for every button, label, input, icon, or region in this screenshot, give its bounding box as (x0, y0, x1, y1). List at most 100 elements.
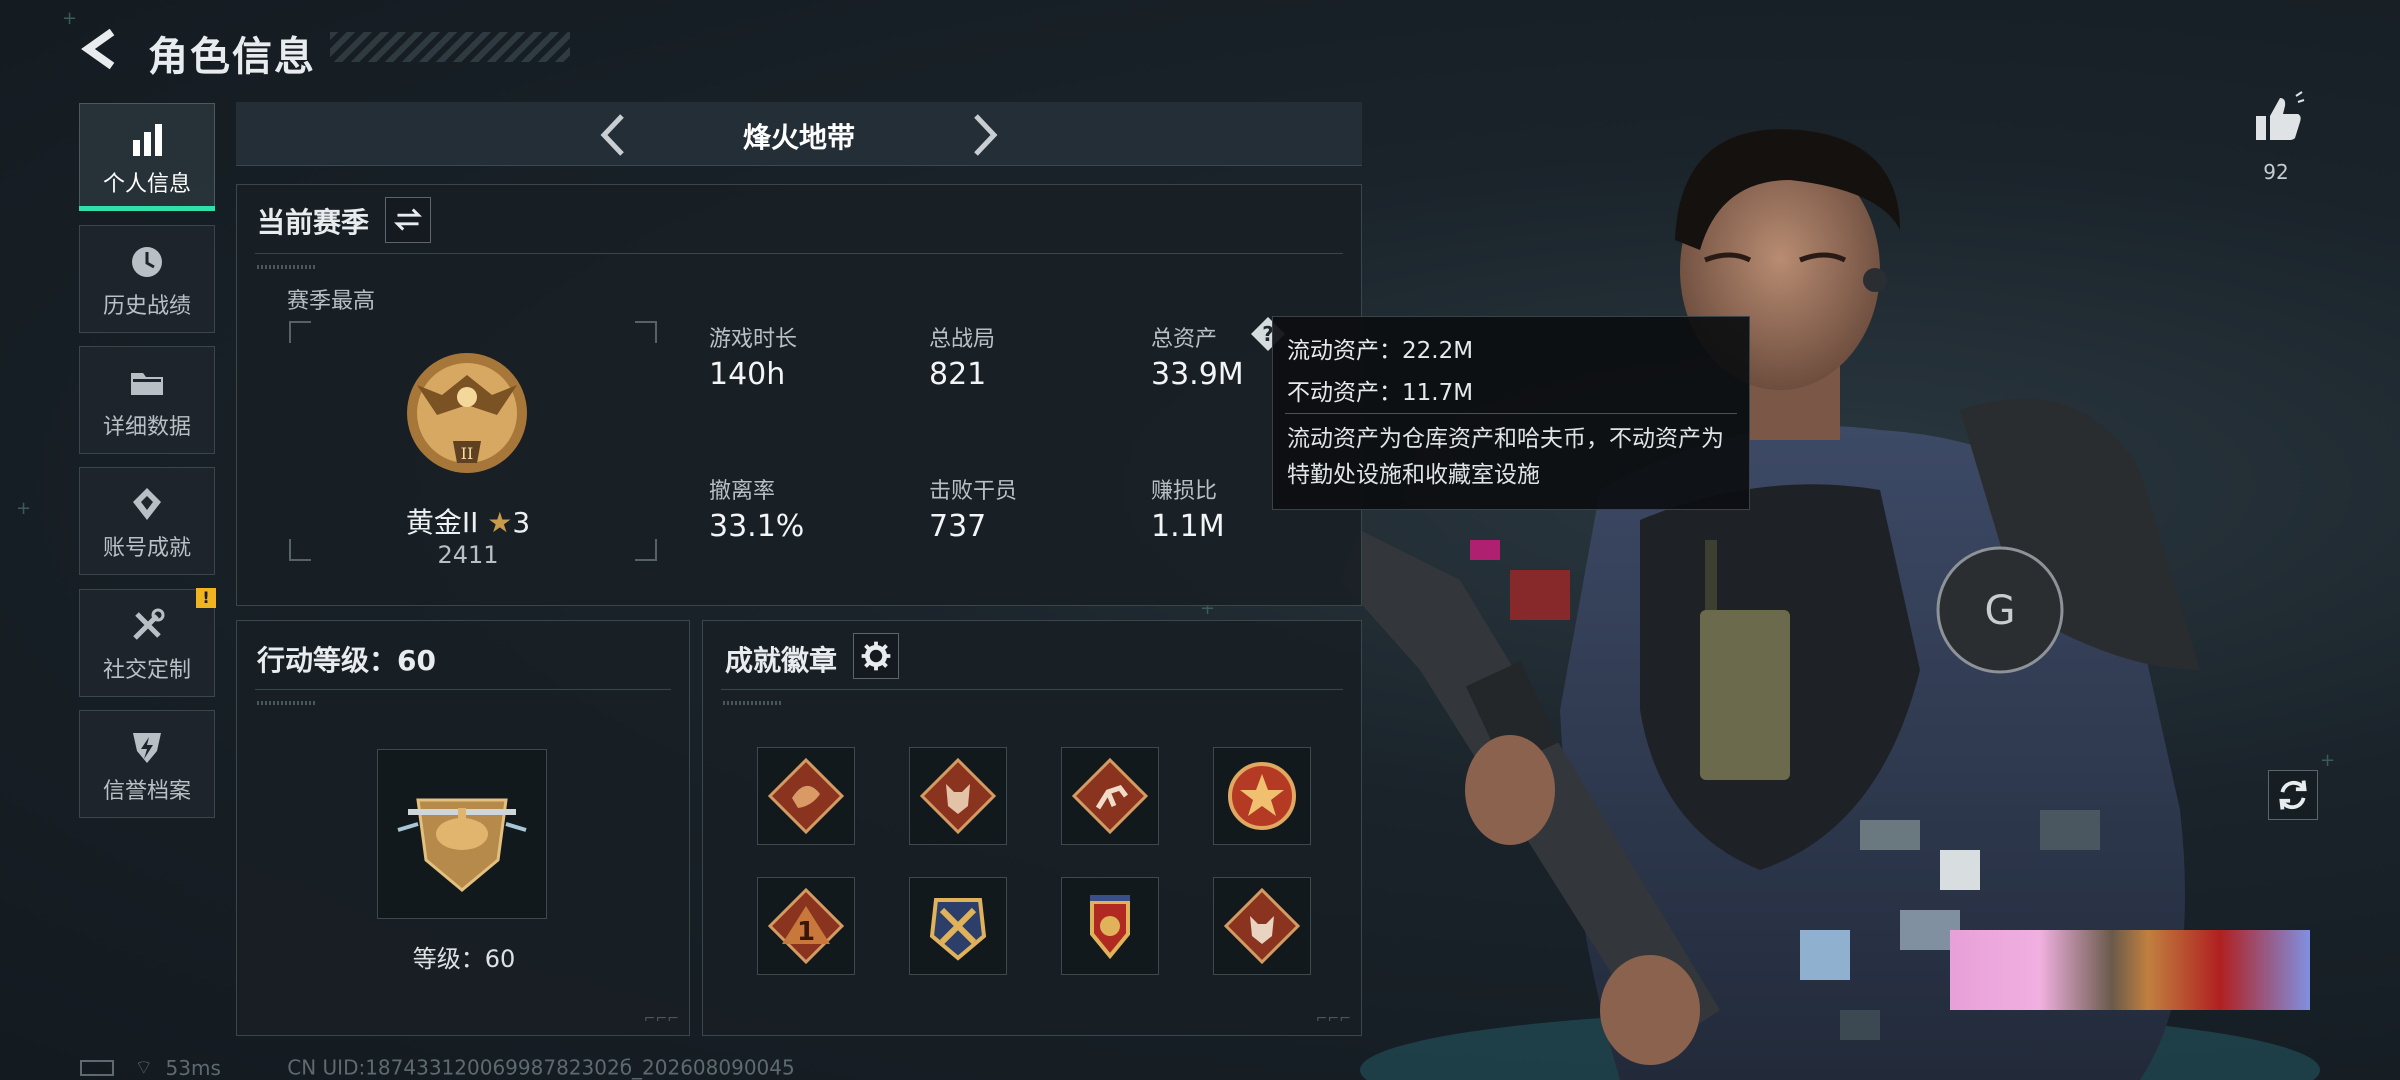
svg-text:G: G (1985, 588, 2016, 634)
badge-slot[interactable] (1213, 747, 1311, 845)
sidebar-item-label: 详细数据 (102, 415, 191, 440)
sidebar-item-label: 信誉档案 (102, 779, 191, 804)
stat-value: 1.1M (1151, 509, 1225, 544)
corner-decor: ⌐⌐⌐ (1315, 1011, 1351, 1027)
sidebar-item-label: 社交定制 (102, 658, 191, 683)
helicopter-emblem-icon (397, 798, 527, 892)
page-title: 角色信息 (148, 34, 316, 80)
sidebar-item-social-custom[interactable]: 社交定制 (79, 589, 215, 697)
badge-slot[interactable] (1213, 877, 1311, 975)
badge-slot[interactable]: 1 (757, 877, 855, 975)
rank-name: 黄金II (405, 506, 479, 539)
mosaic-overlay (1780, 810, 2320, 1050)
stat-value: 737 (929, 509, 987, 544)
decor-stripe (257, 265, 317, 269)
achievement-settings-button[interactable] (853, 633, 899, 679)
shield-lightning-icon (133, 733, 161, 763)
notification-badge: ! (196, 588, 216, 608)
level-text: 等级：60 (412, 945, 516, 973)
stat-label: 赚损比 (1151, 479, 1218, 504)
badge-slot[interactable] (757, 747, 855, 845)
stat-value: 33.9M (1151, 357, 1244, 392)
crest-badge-icon (1090, 895, 1130, 960)
achievement-panel: 成就徽章 1 ⌐⌐⌐ (702, 620, 1362, 1036)
sidebar-item-label: 历史战绩 (102, 294, 191, 319)
tooltip-divider (1285, 413, 1737, 414)
frame-corner (635, 321, 657, 343)
tools-icon (133, 608, 165, 640)
wolf-badge-icon (919, 757, 997, 835)
divider (255, 689, 671, 690)
next-mode-button[interactable] (958, 110, 1008, 160)
back-arrow-icon[interactable] (78, 26, 124, 72)
wolf-badge-2-icon (1223, 887, 1301, 965)
sidebar-item-detailed-data[interactable]: 详细数据 (79, 346, 215, 454)
gear-icon (861, 641, 891, 671)
grid-cross: + (16, 498, 32, 519)
stat-label: 击败干员 (929, 479, 1018, 504)
mode-switcher: 烽火地带 (236, 102, 1362, 166)
star-icon: ★ (487, 506, 513, 539)
stat-value: 33.1% (709, 509, 805, 544)
badge-slot[interactable] (909, 877, 1007, 975)
sidebar-item-reputation[interactable]: 信誉档案 (79, 710, 215, 818)
mode-title: 烽火地带 (742, 121, 855, 154)
stat-value: 821 (929, 357, 987, 392)
tooltip-description: 流动资产为仓库资产和哈夫币，不动资产为特勤处设施和收藏室设施 (1287, 426, 1724, 488)
stat-value: 140h (709, 357, 786, 392)
badge-slot[interactable] (1061, 747, 1159, 845)
decor-stripe (257, 701, 317, 705)
season-title: 当前赛季 (257, 206, 370, 239)
stat-label: 总资产 (1151, 327, 1218, 352)
sidebar-item-achievements[interactable]: 账号成就 (79, 467, 215, 575)
divider (721, 689, 1343, 690)
sidebar-item-history[interactable]: 历史战绩 (79, 225, 215, 333)
action-level-panel: 行动等级：60 等级：60 ⌐⌐⌐ (236, 620, 690, 1036)
stat-label: 总战局 (929, 327, 996, 352)
sidebar-item-personal-info[interactable]: 个人信息 (79, 103, 215, 211)
frame-corner (289, 321, 311, 343)
sidebar-item-label: 个人信息 (102, 172, 191, 197)
rank-stars: 3 (512, 506, 531, 539)
crossed-weapons-badge-icon (929, 898, 987, 961)
svg-text:1: 1 (797, 917, 815, 947)
sidebar-item-label: 账号成就 (102, 536, 191, 561)
uid-text: CN UID:18743312006998782302б_20260809004… (287, 1055, 795, 1080)
divider (255, 253, 1343, 254)
battery-icon (80, 1059, 114, 1076)
season-panel: 当前赛季 赛季最高 II 黄金II ★3 2411 游戏时长 140h 总战局 … (236, 184, 1362, 606)
status-footer: ⌔ 53ms CN UID:18743312006998782302б_2026… (80, 1054, 880, 1080)
title-bar: 角色信息 (60, 18, 570, 80)
swap-icon (394, 208, 422, 231)
action-level-title: 行动等级：60 (257, 644, 436, 677)
ping-text: 53ms (165, 1055, 221, 1080)
tooltip-line: 不动资产：11.7M (1287, 380, 1474, 406)
runner-badge-icon (1071, 757, 1149, 835)
number-one-badge-icon: 1 (767, 887, 845, 965)
corner-decor: ⌐⌐⌐ (643, 1011, 679, 1027)
badge-slot[interactable] (1061, 877, 1159, 975)
achievement-title: 成就徽章 (725, 644, 838, 677)
clock-icon (132, 247, 162, 277)
star-medal-icon (1228, 762, 1296, 830)
wifi-icon: ⌔ (134, 1055, 154, 1079)
stat-label: 游戏时长 (709, 327, 798, 352)
thumbs-up-icon[interactable] (2250, 90, 2306, 146)
folder-icon (131, 373, 163, 395)
bar-chart-icon (133, 124, 162, 156)
achievement-icon (133, 488, 161, 520)
assets-tooltip: 流动资产：22.2M 不动资产：11.7M 流动资产为仓库资产和哈夫币，不动资产… (1272, 316, 1750, 510)
title-decor-stripe (330, 32, 570, 62)
grid-cross: + (2320, 750, 2336, 771)
decor-stripe (723, 701, 783, 705)
rotate-view-button[interactable] (2268, 770, 2318, 820)
rank-name-row: 黄金II ★3 (237, 501, 699, 541)
tooltip-line: 流动资产：22.2M (1287, 338, 1474, 364)
season-switch-button[interactable] (385, 197, 431, 243)
season-best-label: 赛季最高 (287, 289, 376, 314)
dragon-badge-icon (767, 757, 845, 835)
rank-score: 2411 (437, 541, 499, 569)
refresh-icon (2279, 780, 2307, 810)
badge-slot[interactable] (909, 747, 1007, 845)
rank-emblem-numeral: II (461, 444, 474, 463)
